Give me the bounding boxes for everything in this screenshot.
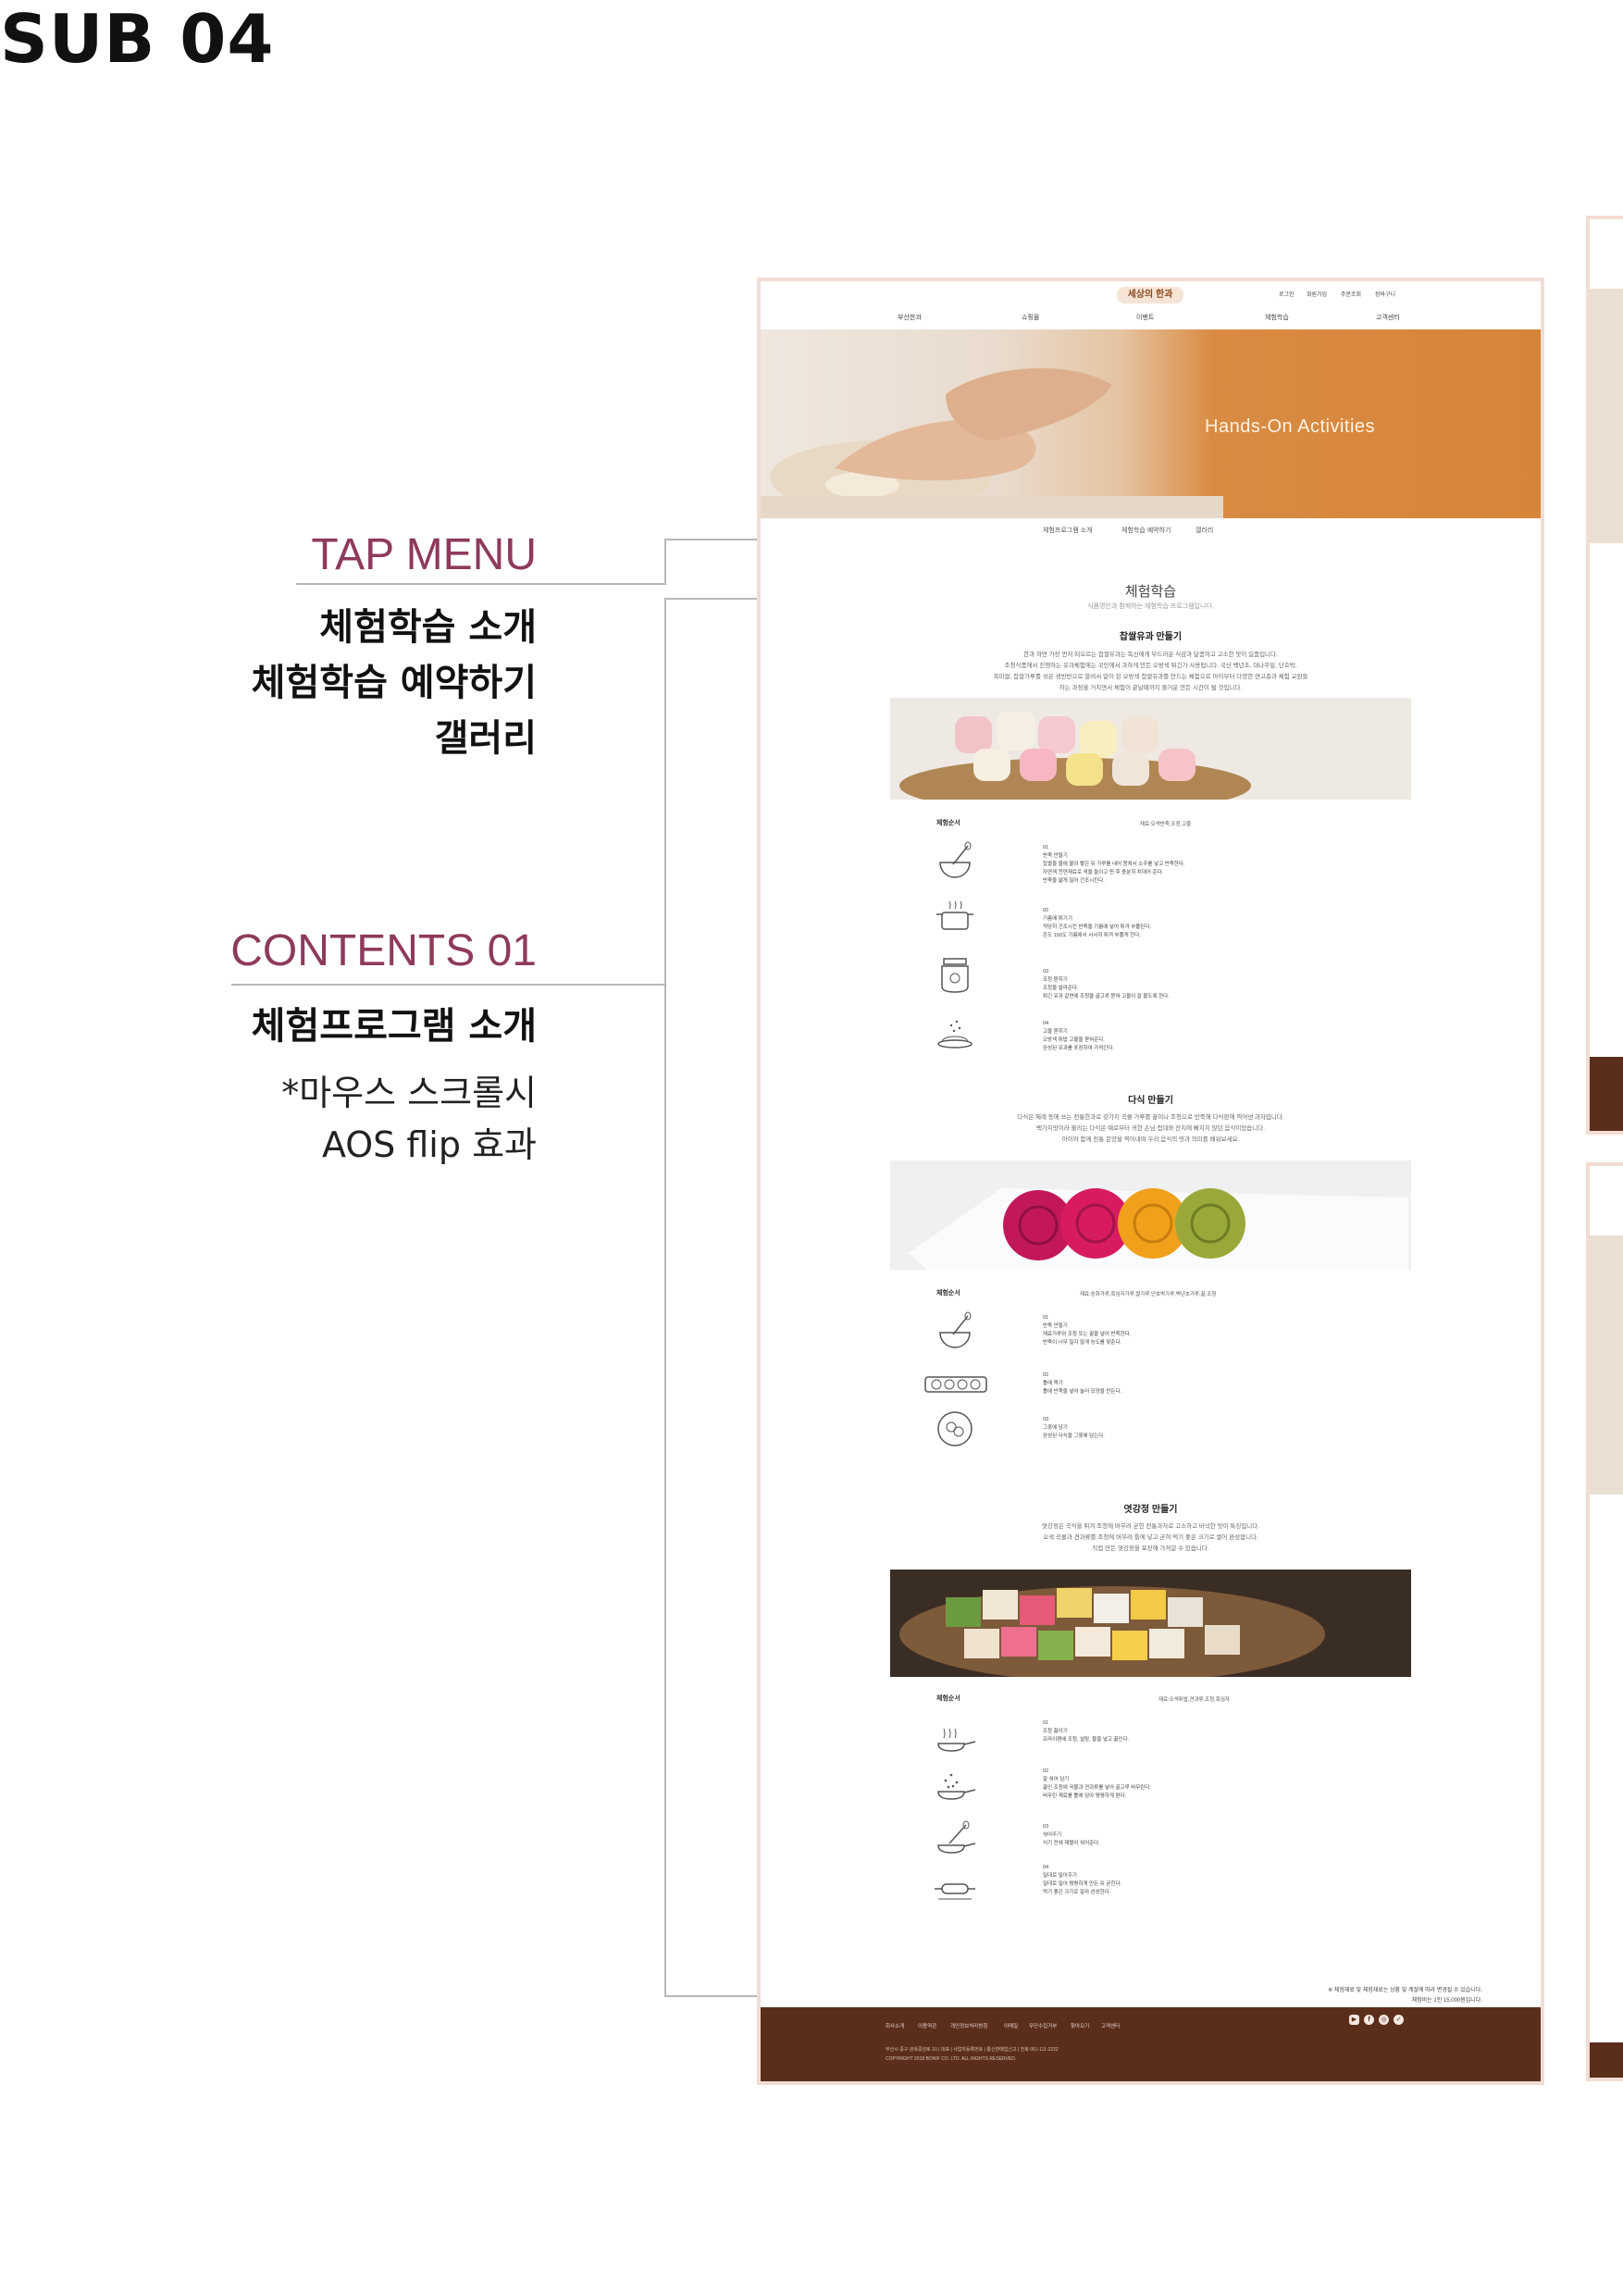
section-yugwa-title: 찹쌀유과 만들기 — [1119, 632, 1183, 642]
pot-fry-icon — [936, 900, 973, 930]
yugwa-step-4-text: 04 고물 묻히기 오방색 튀밥 고물을 묻혀준다. 완성된 유과를 포장하여 가져간… — [1043, 1021, 1114, 1051]
mixing-pan-icon — [937, 1773, 976, 1800]
contents-connector-v — [664, 598, 666, 1995]
yugwa-photo-art — [899, 712, 1251, 800]
dasik-step-1-text: 01 반죽 만들기 재료가루와 조청 또는 꿀을 넣어 반죽한다. 반죽이 너무 질지… — [1043, 1315, 1132, 1346]
pattern-plate-icon — [937, 1411, 973, 1446]
sub-title: SUB 04 — [0, 0, 275, 78]
contents-underline — [231, 984, 666, 986]
hero-title: Hands-On Activities — [1205, 416, 1376, 437]
util-link-login[interactable]: 로그인 — [1279, 290, 1295, 298]
footer-link-support[interactable]: 고객센터 — [1101, 2022, 1120, 2029]
yugwa-order-label: 체험순서 — [936, 820, 960, 826]
hero-banner: Hands-On Activities — [761, 329, 1541, 518]
section-dasik-paragraph: 다식은 제례 등에 쓰는 전통한과로 갖가지 곡물 가루를 꿀이나 조청으로 반… — [1017, 1114, 1284, 1143]
plate-icon — [937, 1020, 973, 1049]
yeotgangjeong-photo — [890, 1570, 1411, 1677]
footer-address: 부산시 중구 광복중앙로 10 | 대표 | 사업자등록번호 | 통신판매업신고… — [886, 2047, 1059, 2053]
yeotgangjeong-order-label: 체험순서 — [936, 1695, 960, 1702]
site-footer: 회사소개 이용약관 개인정보처리방침 이메일 무단수집거부 찾아오기 고객센터 … — [761, 2007, 1541, 2081]
yeotgangjeong-step-3-text: 03 섞어주기 식기 전에 재빨리 섞어준다. — [1043, 1824, 1100, 1846]
tap-menu-item-1: 체험학습 소개 — [319, 606, 537, 649]
yugwa-step-1-text: 01 반죽 만들기 찹쌀을 물에 불려 빻은 뒤 가루를 내어 뭉쳐서 소주를 넣고… — [1043, 845, 1185, 884]
yeotgangjeong-step-2-text: 02 잘 섞어 담기 끓인 조청에 곡물과 견과류를 넣어 골고루 버무린다. 버무린… — [1043, 1769, 1151, 1799]
footer-link-nocollect[interactable]: 무단수집거부 — [1029, 2022, 1057, 2029]
mold-tray-icon — [924, 1376, 987, 1393]
yeotgangjeong-order-meta: 재료:오색튀밥,견과류,조청,흑임자 — [1158, 1697, 1230, 1703]
tap-menu-underline — [296, 583, 666, 585]
footer-link-about[interactable]: 회사소개 — [886, 2022, 904, 2029]
facebook-icon[interactable]: f — [1364, 2015, 1374, 2025]
contents-note-1: *마우스 스크롤시 — [281, 1073, 537, 1113]
contents-note-2: AOS flip 효과 — [321, 1124, 537, 1165]
section-yeotgangjeong-title: 엿강정 만들기 — [1123, 1505, 1178, 1515]
twitter-icon[interactable]: ✓ — [1394, 2015, 1404, 2025]
page-mockup: 세상의 한과 로그인 회원가입 주문조회 장바구니 부산한과 쇼핑몰 이벤트 체… — [757, 278, 1544, 2085]
instagram-icon[interactable]: ◎ — [1379, 2015, 1389, 2025]
hero-hands-illustration — [761, 367, 1223, 518]
rolling-pin-icon — [935, 1883, 975, 1900]
yeotgangjeong-photo-art — [899, 1586, 1325, 1677]
yugwa-step-3-text: 03 조청 묻히기 조청을 발라준다. 튀긴 유과 겉면에 조청을 골고루 묻혀 고물… — [1043, 969, 1170, 999]
whisk-bowl-icon — [939, 841, 972, 878]
tab-gallery[interactable]: 갤러리 — [1196, 526, 1213, 535]
footer-link-email[interactable]: 이메일 — [1004, 2022, 1018, 2029]
util-link-order[interactable]: 주문조회 — [1341, 290, 1361, 298]
footer-link-location[interactable]: 찾아오기 — [1071, 2022, 1089, 2029]
footer-link-terms[interactable]: 이용약관 — [918, 2022, 936, 2029]
yeotgangjeong-step-1-text: 01 조청 끓이기 프라이팬에 조청, 설탕, 물을 넣고 끓인다. — [1043, 1720, 1130, 1743]
section-dasik-title: 다식 만들기 — [1128, 1096, 1173, 1106]
tap-menu-connector-h — [664, 539, 757, 540]
steam-pan-icon — [937, 1728, 976, 1752]
whisk-pan-icon — [937, 1820, 976, 1854]
whisk-bowl-icon — [939, 1311, 972, 1348]
gnb-item-experience[interactable]: 체험학습 — [1265, 313, 1289, 322]
next-mockup-preview-2 — [1586, 1162, 1623, 2081]
yeotgangjeong-step-4-text: 04 밀대로 밀어주기 밀대로 밀어 평평하게 만든 뒤 굳힌다. 먹기 좋은 크기로… — [1043, 1865, 1122, 1895]
dasik-order-label: 체험순서 — [936, 1290, 960, 1297]
dasik-photo — [890, 1160, 1411, 1270]
contents-connector-top — [664, 598, 757, 600]
dasik-photo-art — [909, 1188, 1408, 1270]
yugwa-step-2-text: 02 기름에 튀기기 적당히 건조시킨 반죽을 기름에 넣어 튀겨 부풀린다. 온도 … — [1043, 908, 1151, 938]
section-yeotgangjeong-paragraph: 엿강정은 곡식을 튀겨 조청에 버무려 굳힌 전통과자로 고소하고 바삭한 맛이… — [1041, 1523, 1260, 1552]
gnb-item-event[interactable]: 이벤트 — [1136, 313, 1154, 322]
contents-title: 체험프로그램 소개 — [251, 1005, 537, 1048]
youtube-icon[interactable]: ▶ — [1349, 2015, 1359, 2025]
next-mockup-preview-1 — [1586, 216, 1623, 1135]
section-yugwa-paragraph: 한과 하면 가장 먼저 떠오르는 찹쌀유과는 독신에게 부드러운 식감과 달콤하… — [993, 652, 1308, 691]
tab-program-intro[interactable]: 체험프로그램 소개 — [1043, 526, 1092, 535]
gnb-item-support[interactable]: 고객센터 — [1376, 313, 1400, 322]
footer-link-privacy[interactable]: 개인정보처리방침 — [950, 2022, 987, 2029]
dasik-step-3-text: 03 그릇에 담기 완성된 다식을 그릇에 담는다. — [1043, 1417, 1105, 1439]
util-link-cart[interactable]: 장바구니 — [1375, 290, 1395, 298]
tab-reservation[interactable]: 체험학습 예약하기 — [1121, 526, 1171, 535]
dasik-step-2-text: 02 틀에 찍기 틀에 반죽을 넣어 눌러 모양을 만든다. — [1043, 1372, 1122, 1395]
yugwa-photo — [890, 698, 1411, 800]
tap-menu-heading: TAP MENU — [311, 530, 537, 579]
footer-copyright: COPYRIGHT 2018 BONIF CO. LTD. ALL RIGHTS… — [886, 2056, 1017, 2062]
gnb-item-shop[interactable]: 쇼핑몰 — [1022, 313, 1039, 322]
util-link-join[interactable]: 회원가입 — [1307, 290, 1327, 298]
contents-heading: CONTENTS 01 — [230, 926, 537, 975]
site-header: 세상의 한과 로그인 회원가입 주문조회 장바구니 부산한과 쇼핑몰 이벤트 체… — [761, 281, 1541, 329]
tap-menu-item-2: 체험학습 예약하기 — [251, 662, 537, 704]
site-logo[interactable]: 세상의 한과 — [1117, 287, 1183, 304]
notice-text: ※ 체험재료 및 체험재료는 상황 및 계절에 따라 변경될 수 있습니다. 체… — [1328, 1988, 1482, 2004]
tap-menu-connector-v — [664, 539, 666, 583]
dasik-order-meta: 재료:송화가루,흑임자가루,쌀가루,단호박가루,백년초가루,꿀,조청 — [1080, 1292, 1217, 1297]
gnb-item-busan-hangwa[interactable]: 부산한과 — [898, 313, 922, 322]
page-subheading: 식품명인과 함께하는 체험학습 프로그램입니다. — [1087, 603, 1214, 610]
honey-jar-icon — [941, 958, 969, 993]
page-heading: 체험학습 — [1124, 584, 1177, 600]
tap-menu-item-3: 갤러리 — [434, 717, 537, 760]
yugwa-order-meta: 재료:오색반죽,조청,고물 — [1140, 822, 1192, 827]
contents-connector-bottom — [664, 1995, 757, 1997]
